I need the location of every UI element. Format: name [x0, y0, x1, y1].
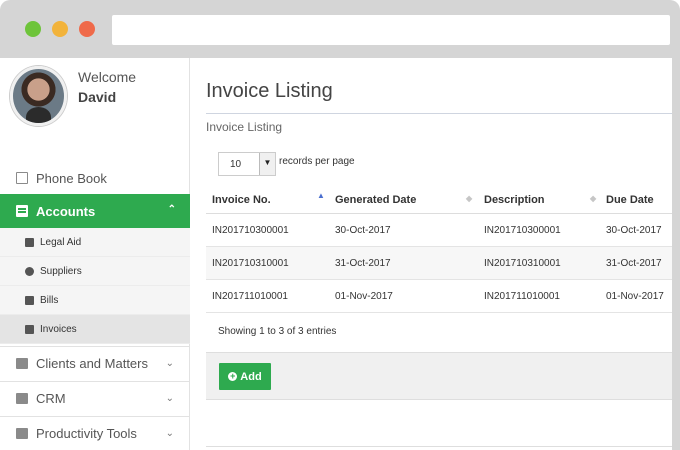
content-divider: [206, 446, 672, 447]
ledger-icon: [16, 393, 28, 404]
cell-description: IN201711010001: [484, 291, 560, 302]
home-icon: [16, 358, 28, 369]
chevron-down-icon: ⌄: [165, 358, 174, 369]
cell-due-date: 31-Oct-2017: [606, 258, 662, 269]
dropdown-arrow-icon[interactable]: ▼: [259, 153, 275, 175]
cell-description: IN201710310001: [484, 258, 561, 269]
cell-invoice-no: IN201711010001: [212, 291, 288, 302]
sidebar-subitem-legal-aid[interactable]: Legal Aid: [0, 228, 190, 257]
column-header-invoice-no[interactable]: Invoice No.: [212, 194, 271, 206]
table-info: Showing 1 to 3 of 3 entries: [218, 326, 337, 337]
browser-titlebar: [0, 0, 680, 58]
add-button-label: Add: [240, 370, 262, 383]
title-divider: [206, 113, 672, 114]
table-row[interactable]: IN201710310001 31-Oct-2017 IN20171031000…: [206, 247, 672, 280]
clipboard-icon: [25, 324, 34, 334]
cell-invoice-no: IN201710300001: [212, 225, 289, 236]
sidebar-item-label: Phone Book: [36, 170, 107, 186]
records-per-page-select[interactable]: 10 ▼: [218, 152, 276, 176]
avatar[interactable]: [10, 66, 67, 126]
cell-generated-date: 31-Oct-2017: [335, 258, 391, 269]
sidebar-subitem-label: Invoices: [40, 323, 77, 335]
sidebar-item-label: Productivity Tools: [36, 426, 137, 441]
chevron-down-icon: ⌄: [165, 393, 174, 404]
chevron-up-icon: ⌃: [167, 204, 176, 215]
ledger-icon: [16, 428, 28, 439]
sort-icon[interactable]: ◆: [590, 194, 596, 203]
page-title: Invoice Listing: [206, 80, 333, 102]
cell-due-date: 30-Oct-2017: [606, 225, 662, 236]
chevron-down-icon: ⌄: [165, 428, 174, 439]
document-icon: [25, 237, 34, 247]
plus-circle-icon: +: [228, 371, 238, 381]
sidebar-subitem-label: Legal Aid: [40, 236, 82, 248]
page-viewport: Welcome David Phone Book Accounts ⌃ Lega…: [0, 58, 672, 450]
cell-generated-date: 01-Nov-2017: [335, 291, 393, 302]
sidebar-subitem-suppliers[interactable]: Suppliers: [0, 257, 190, 286]
sidebar-subitem-label: Bills: [40, 294, 59, 306]
maximize-button[interactable]: [25, 21, 41, 37]
cell-invoice-no: IN201710310001: [212, 258, 289, 269]
edit-icon: [16, 172, 28, 184]
welcome-text: Welcome: [78, 69, 137, 85]
sort-ascending-icon[interactable]: ▲: [317, 191, 325, 200]
breadcrumb: Invoice Listing: [206, 120, 283, 134]
column-header-description[interactable]: Description: [484, 194, 545, 206]
browser-window: Welcome David Phone Book Accounts ⌃ Lega…: [0, 0, 680, 450]
sidebar-item-crm[interactable]: CRM ⌄: [0, 381, 190, 415]
cell-due-date: 01-Nov-2017: [606, 291, 664, 302]
sidebar-item-accounts[interactable]: Accounts ⌃: [0, 194, 190, 228]
column-header-due-date[interactable]: Due Date: [606, 194, 654, 206]
sort-icon[interactable]: ◆: [466, 194, 472, 203]
cell-generated-date: 30-Oct-2017: [335, 225, 391, 236]
invoice-table: Invoice No. ▲ Generated Date ◆ Descripti…: [206, 188, 672, 313]
sidebar-item-phone-book[interactable]: Phone Book: [0, 166, 190, 190]
table-header: Invoice No. ▲ Generated Date ◆ Descripti…: [206, 188, 672, 214]
document-icon: [25, 295, 34, 305]
sidebar-item-label: CRM: [36, 391, 66, 406]
sidebar-item-label: Clients and Matters: [36, 356, 148, 371]
sidebar-item-label: Accounts: [36, 203, 96, 219]
sidebar: Welcome David Phone Book Accounts ⌃ Lega…: [0, 58, 190, 450]
minimize-button[interactable]: [52, 21, 68, 37]
sidebar-subitem-bills[interactable]: Bills: [0, 286, 190, 315]
column-header-generated-date[interactable]: Generated Date: [335, 194, 416, 206]
close-button[interactable]: [79, 21, 95, 37]
records-per-page-value: 10: [230, 159, 242, 170]
sidebar-subitem-label: Suppliers: [40, 265, 82, 277]
main-content: Invoice Listing Invoice Listing 10 ▼ rec…: [190, 58, 672, 450]
add-button[interactable]: + Add: [219, 363, 271, 390]
user-name: David: [78, 89, 117, 105]
records-per-page-label: records per page: [279, 156, 355, 167]
cell-description: IN201710300001: [484, 225, 561, 236]
table-row[interactable]: IN201711010001 01-Nov-2017 IN20171101000…: [206, 280, 672, 313]
sidebar-item-clients-and-matters[interactable]: Clients and Matters ⌄: [0, 346, 190, 380]
ledger-icon: [16, 205, 28, 217]
action-bar: + Add: [206, 352, 672, 400]
address-bar[interactable]: [112, 15, 670, 45]
users-icon: [25, 266, 34, 276]
table-row[interactable]: IN201710300001 30-Oct-2017 IN20171030000…: [206, 214, 672, 247]
sidebar-item-productivity-tools[interactable]: Productivity Tools ⌄: [0, 416, 190, 450]
sidebar-subitem-invoices[interactable]: Invoices: [0, 315, 190, 344]
